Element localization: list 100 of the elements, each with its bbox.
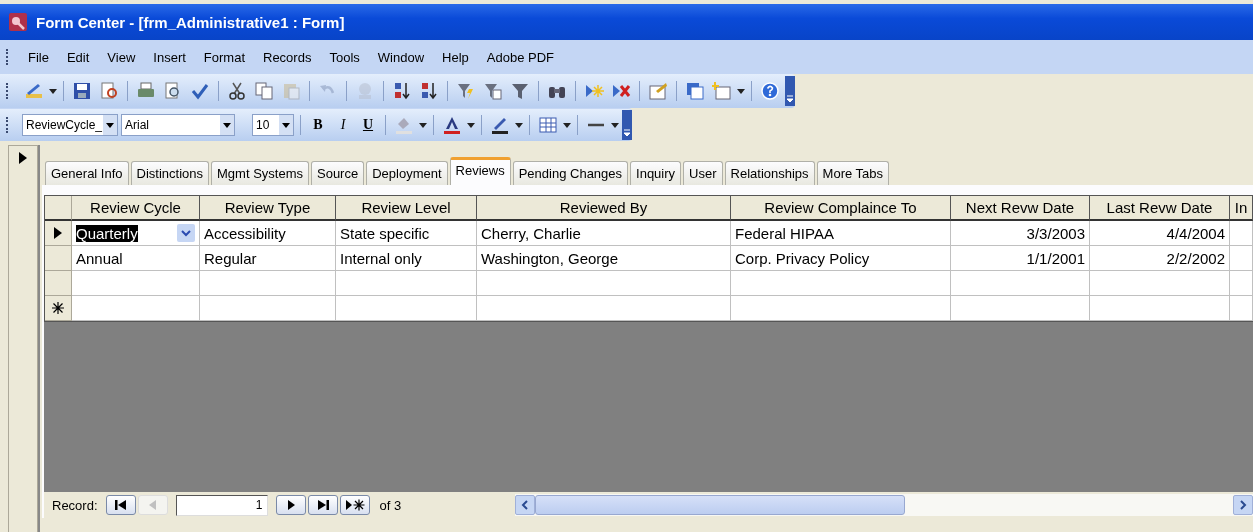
- column-header[interactable]: Review Level: [336, 196, 477, 221]
- sort-descending-icon[interactable]: [419, 81, 439, 101]
- window-title: Form Center - [frm_Administrative1 : Form]: [36, 13, 345, 31]
- tab[interactable]: General Info: [45, 161, 129, 185]
- column-header[interactable]: Review Type: [200, 196, 336, 221]
- row-selector[interactable]: [45, 296, 72, 321]
- save-icon[interactable]: [72, 81, 92, 101]
- scroll-left-button[interactable]: [515, 495, 536, 515]
- current-row-icon: [54, 227, 62, 239]
- tab[interactable]: Mgmt Systems: [211, 161, 309, 185]
- new-record-icon: [344, 499, 365, 511]
- filter-icon[interactable]: [456, 81, 476, 101]
- font-size-combo[interactable]: 10: [252, 114, 294, 136]
- copy-icon[interactable]: [254, 81, 274, 101]
- caret-icon[interactable]: [49, 88, 57, 94]
- table-cell: Internal only: [336, 246, 477, 271]
- menu-item[interactable]: Edit: [57, 49, 99, 65]
- record-count: of 3: [379, 497, 402, 513]
- toolbar-options-icon[interactable]: [622, 110, 632, 140]
- tab[interactable]: Deployment: [366, 161, 448, 185]
- caret-icon[interactable]: [467, 122, 475, 128]
- font-color-icon[interactable]: [442, 115, 462, 135]
- checkmark-icon[interactable]: [190, 81, 210, 101]
- tab[interactable]: More Tabs: [816, 161, 890, 185]
- table-cell: Cherry, Charlie: [477, 221, 731, 246]
- column-header[interactable]: In: [1230, 196, 1253, 221]
- funnel-icon[interactable]: [510, 81, 530, 101]
- table-cell: [1230, 246, 1253, 271]
- menu-item[interactable]: Insert: [144, 49, 195, 65]
- caret-icon[interactable]: [515, 122, 523, 128]
- tab[interactable]: Inquiry: [630, 161, 682, 185]
- menu-item[interactable]: Records: [254, 49, 321, 65]
- tab[interactable]: User: [683, 161, 723, 185]
- column-header[interactable]: Next Revw Date: [951, 196, 1090, 221]
- table-cell: State specific: [336, 221, 477, 246]
- menu-item[interactable]: Adobe PDF: [477, 49, 563, 65]
- menu-item[interactable]: Tools: [320, 49, 369, 65]
- table-cell: [1230, 221, 1253, 246]
- menu-item[interactable]: Format: [194, 49, 254, 65]
- tab[interactable]: Relationships: [724, 161, 815, 185]
- font-combo[interactable]: Arial: [121, 114, 235, 136]
- first-icon: [113, 499, 128, 511]
- new-object-icon[interactable]: [712, 81, 732, 101]
- caret-icon[interactable]: [223, 122, 231, 128]
- row-selector[interactable]: [45, 221, 72, 246]
- sort-ascending-icon[interactable]: [392, 81, 412, 101]
- last-icon: [315, 499, 330, 511]
- menu-item[interactable]: File: [19, 49, 58, 65]
- table-cell: 1/1/2001: [951, 246, 1090, 271]
- line-color-icon[interactable]: [490, 115, 510, 135]
- chevron-right-icon: [1238, 500, 1248, 510]
- column-header[interactable]: Reviewed By: [477, 196, 731, 221]
- record-label: Record:: [52, 497, 98, 513]
- asterisk-icon: [52, 302, 64, 314]
- tab[interactable]: Distinctions: [130, 161, 209, 185]
- design-view-icon[interactable]: [24, 81, 44, 101]
- table-cell: 2/2/2002: [1090, 246, 1230, 271]
- table-cell: Federal HIPAA: [731, 221, 951, 246]
- underline-button[interactable]: U: [357, 114, 379, 136]
- caret-icon[interactable]: [419, 122, 427, 128]
- filter-form-icon[interactable]: [483, 81, 503, 101]
- grid-icon[interactable]: [538, 115, 558, 135]
- table-cell: Annual: [72, 246, 200, 271]
- menu-item[interactable]: Window: [368, 49, 434, 65]
- dropdown-icon[interactable]: [177, 224, 195, 242]
- select-all-cell[interactable]: [45, 196, 72, 221]
- scrollbar-thumb[interactable]: [535, 495, 906, 515]
- document-search-icon[interactable]: [99, 81, 119, 101]
- help-icon[interactable]: [760, 81, 780, 101]
- table-cell: 3/3/2003: [951, 221, 1090, 246]
- cut-icon[interactable]: [227, 81, 247, 101]
- caret-icon[interactable]: [737, 88, 745, 94]
- tab[interactable]: Source: [311, 161, 365, 185]
- caret-icon[interactable]: [106, 122, 114, 128]
- last-record-button[interactable]: [307, 495, 338, 515]
- tab[interactable]: Pending Changes: [512, 161, 629, 185]
- first-record-button[interactable]: [105, 495, 136, 515]
- caret-icon[interactable]: [611, 122, 619, 128]
- caret-icon[interactable]: [282, 122, 290, 128]
- menu-item[interactable]: View: [98, 49, 145, 65]
- properties-icon[interactable]: [648, 81, 668, 101]
- table-cell: Accessibility: [200, 221, 336, 246]
- table-cell: Washington, George: [477, 246, 731, 271]
- table-cell: 4/4/2004: [1090, 221, 1230, 246]
- menu-item[interactable]: Help: [433, 49, 478, 65]
- chevron-left-icon: [520, 500, 531, 510]
- column-header[interactable]: Review Complaince To: [731, 196, 951, 221]
- table-cell: Corp. Privacy Policy: [731, 246, 951, 271]
- record-number-field[interactable]: 1: [175, 494, 268, 516]
- italic-button[interactable]: I: [332, 114, 354, 136]
- scroll-right-button[interactable]: [1233, 495, 1253, 515]
- column-header[interactable]: Last Revw Date: [1090, 196, 1230, 221]
- bold-button[interactable]: B: [307, 114, 329, 136]
- column-header[interactable]: Review Cycle: [72, 196, 200, 221]
- toolbar-options-icon[interactable]: [785, 76, 795, 106]
- new-record-button[interactable]: [339, 495, 370, 515]
- database-window-icon[interactable]: [685, 81, 705, 101]
- caret-icon[interactable]: [563, 122, 571, 128]
- tab[interactable]: Reviews: [449, 157, 511, 185]
- next-record-button[interactable]: [275, 495, 306, 515]
